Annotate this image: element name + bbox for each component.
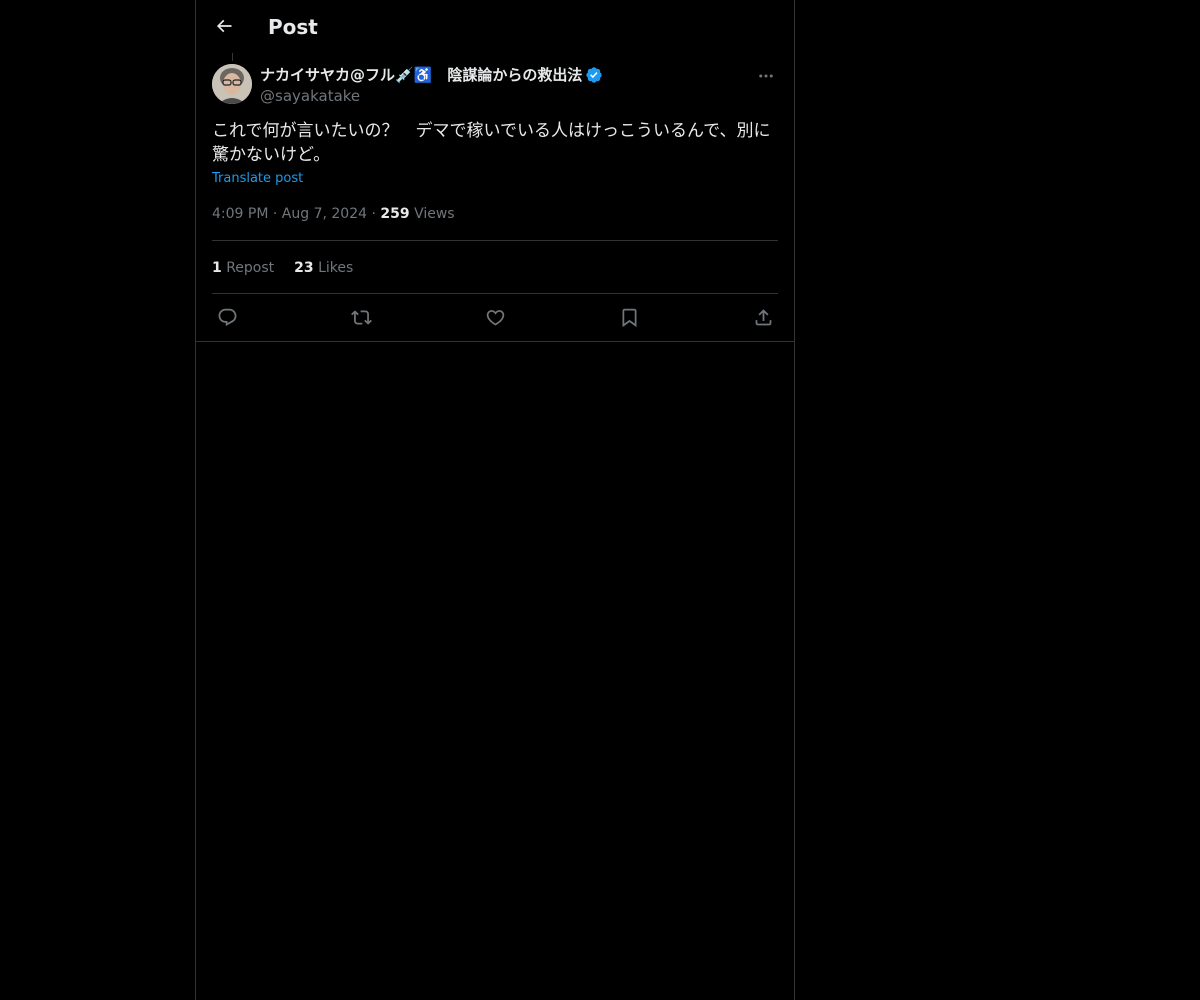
repost-icon bbox=[350, 307, 372, 328]
divider bbox=[212, 293, 778, 294]
likes-count: 23 bbox=[294, 260, 314, 276]
action-bar bbox=[212, 304, 778, 330]
divider bbox=[212, 240, 778, 241]
page-header: Post bbox=[196, 0, 794, 53]
likes-label: Likes bbox=[318, 260, 354, 276]
share-button[interactable] bbox=[750, 304, 776, 330]
reposts-label: Repost bbox=[226, 260, 275, 276]
reply-icon bbox=[217, 307, 238, 328]
reply-button[interactable] bbox=[214, 304, 240, 330]
back-button[interactable] bbox=[206, 8, 242, 44]
views-label: Views bbox=[414, 206, 455, 222]
thread-connector-line bbox=[232, 53, 233, 61]
engagement-stats: 1 Repost 23 Likes bbox=[212, 258, 353, 278]
translate-post-link[interactable]: Translate post bbox=[212, 170, 303, 188]
more-options-button[interactable] bbox=[754, 64, 778, 88]
author-display-name: ナカイサヤカ@フル💉♿️ 陰謀論からの救出法 bbox=[260, 66, 583, 84]
heart-icon bbox=[485, 307, 506, 328]
author-info: ナカイサヤカ@フル💉♿️ 陰謀論からの救出法 @sayakatake bbox=[260, 64, 740, 106]
bookmark-button[interactable] bbox=[616, 304, 642, 330]
author-name-link[interactable]: ナカイサヤカ@フル💉♿️ 陰謀論からの救出法 bbox=[260, 64, 740, 86]
reposts-stat-link[interactable]: 1 Repost bbox=[212, 258, 274, 278]
repost-button[interactable] bbox=[348, 304, 374, 330]
avatar[interactable] bbox=[212, 64, 252, 104]
post-text: これで何が言いたいの？ デマで稼いでいる人はけっこういるんで、別に驚かないけど。 bbox=[212, 121, 771, 165]
post-metadata: 4:09 PM · Aug 7, 2024 · 259 Views bbox=[212, 204, 455, 224]
post-date[interactable]: Aug 7, 2024 bbox=[282, 206, 367, 222]
post-time[interactable]: 4:09 PM bbox=[212, 206, 268, 222]
meta-separator: · bbox=[272, 206, 278, 222]
meta-separator: · bbox=[371, 206, 376, 222]
primary-column: Post ナカイサヤカ@フル💉♿️ 陰謀論からの救出法 @sayakatake … bbox=[195, 0, 795, 1000]
page-title: Post bbox=[268, 15, 318, 39]
bookmark-icon bbox=[619, 307, 640, 328]
author-handle[interactable]: @sayakatake bbox=[260, 86, 740, 106]
reposts-count: 1 bbox=[212, 260, 222, 276]
like-button[interactable] bbox=[482, 304, 508, 330]
likes-stat-link[interactable]: 23 Likes bbox=[294, 258, 353, 278]
verified-badge-icon[interactable] bbox=[585, 66, 603, 84]
more-horizontal-icon bbox=[757, 67, 775, 85]
post-bottom-border bbox=[196, 341, 794, 342]
arrow-left-icon bbox=[214, 16, 234, 36]
share-icon bbox=[753, 307, 774, 328]
views-count: 259 bbox=[380, 206, 410, 222]
